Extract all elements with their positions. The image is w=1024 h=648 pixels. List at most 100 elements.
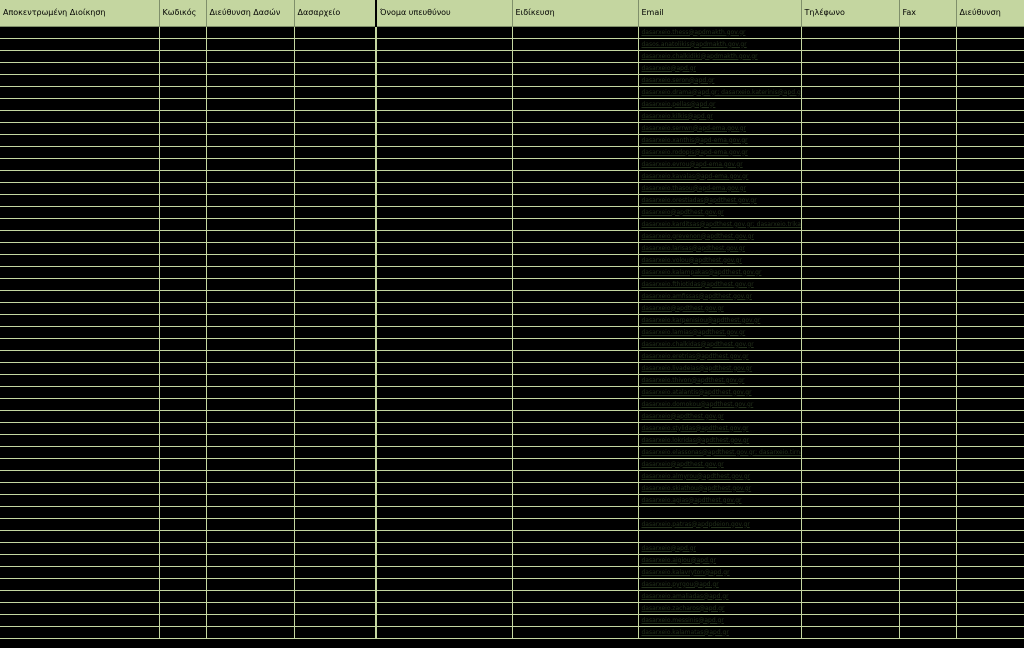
email-link[interactable]: dasarxeio.karditsas@apdthest.gov.gr; das… [638, 218, 802, 231]
cell-name[interactable] [375, 194, 513, 207]
cell-directorate[interactable] [206, 506, 295, 519]
cell-name[interactable] [375, 398, 513, 411]
cell-fax[interactable] [899, 182, 957, 195]
column-header-email[interactable]: Email [638, 0, 802, 27]
cell-directorate[interactable] [206, 590, 295, 603]
email-link[interactable]: dasarxeio.grevenon@apdthest.gov.gr [638, 230, 802, 243]
email-link[interactable]: dasarxeio.agias@apdthest.gov.gr [638, 494, 802, 507]
cell-directorate[interactable] [206, 26, 295, 39]
cell-fax[interactable] [899, 314, 957, 327]
cell-fax[interactable] [899, 26, 957, 39]
cell-fax[interactable] [899, 86, 957, 99]
cell-name[interactable] [375, 518, 513, 531]
email-link[interactable]: dasarxeio.atalantis@apdthest.gov.gr [638, 386, 802, 399]
email-link[interactable] [638, 506, 802, 519]
cell-office[interactable] [294, 482, 377, 495]
cell-spec[interactable] [512, 602, 639, 615]
email-link[interactable]: dasarxeio@apdthest.gov.gr [638, 206, 802, 219]
cell-fax[interactable] [899, 482, 957, 495]
cell-name[interactable] [375, 314, 513, 327]
cell-office[interactable] [294, 170, 377, 183]
cell-spec[interactable] [512, 86, 639, 99]
column-header-specialization[interactable]: Ειδίκευση [512, 0, 639, 27]
cell-phone[interactable] [801, 158, 900, 171]
cell-phone[interactable] [801, 386, 900, 399]
cell-name[interactable] [375, 50, 513, 63]
cell-office[interactable] [294, 350, 377, 363]
cell-phone[interactable] [801, 254, 900, 267]
email-link[interactable]: dasarxeio.patras@apdpdeion.gov.gr [638, 518, 802, 531]
email-link[interactable]: dasarxeio.zacharos@apd.gr [638, 602, 802, 615]
cell-directorate[interactable] [206, 482, 295, 495]
cell-admin[interactable] [0, 290, 160, 303]
cell-office[interactable] [294, 218, 377, 231]
cell-spec[interactable] [512, 98, 639, 111]
cell-office[interactable] [294, 266, 377, 279]
cell-address[interactable] [956, 398, 1024, 411]
email-link[interactable]: dasarxeio.lokridas@apdthest.gov.gr [638, 434, 802, 447]
cell-name[interactable] [375, 470, 513, 483]
cell-office[interactable] [294, 410, 377, 423]
cell-admin[interactable] [0, 26, 160, 39]
cell-directorate[interactable] [206, 350, 295, 363]
cell-address[interactable] [956, 458, 1024, 471]
cell-office[interactable] [294, 626, 377, 639]
cell-code[interactable] [159, 410, 207, 423]
cell-spec[interactable] [512, 398, 639, 411]
cell-directorate[interactable] [206, 530, 295, 543]
cell-admin[interactable] [0, 158, 160, 171]
cell-fax[interactable] [899, 50, 957, 63]
cell-phone[interactable] [801, 98, 900, 111]
column-header-forest-office[interactable]: Δασαρχείο [294, 0, 377, 27]
cell-spec[interactable] [512, 410, 639, 423]
cell-fax[interactable] [899, 590, 957, 603]
cell-phone[interactable] [801, 206, 900, 219]
cell-office[interactable] [294, 530, 377, 543]
cell-fax[interactable] [899, 446, 957, 459]
cell-name[interactable] [375, 566, 513, 579]
cell-office[interactable] [294, 542, 377, 555]
cell-fax[interactable] [899, 602, 957, 615]
cell-admin[interactable] [0, 470, 160, 483]
cell-office[interactable] [294, 74, 377, 87]
cell-address[interactable] [956, 554, 1024, 567]
cell-phone[interactable] [801, 122, 900, 135]
cell-office[interactable] [294, 50, 377, 63]
cell-name[interactable] [375, 326, 513, 339]
cell-name[interactable] [375, 302, 513, 315]
cell-admin[interactable] [0, 50, 160, 63]
cell-code[interactable] [159, 26, 207, 39]
cell-spec[interactable] [512, 110, 639, 123]
email-link[interactable]: dasarxeio.amaliadas@apd.gr [638, 590, 802, 603]
cell-phone[interactable] [801, 446, 900, 459]
cell-directorate[interactable] [206, 578, 295, 591]
cell-code[interactable] [159, 98, 207, 111]
cell-spec[interactable] [512, 374, 639, 387]
cell-address[interactable] [956, 38, 1024, 51]
cell-name[interactable] [375, 446, 513, 459]
cell-admin[interactable] [0, 434, 160, 447]
cell-spec[interactable] [512, 614, 639, 627]
cell-phone[interactable] [801, 374, 900, 387]
email-link[interactable]: dasarxeio.lamias@apdthest.gov.gr [638, 326, 802, 339]
cell-office[interactable] [294, 110, 377, 123]
cell-address[interactable] [956, 590, 1024, 603]
column-header-fax[interactable]: Fax [899, 0, 957, 27]
email-link[interactable]: dasarxeio.skiathou@apdthest.gov.gr [638, 482, 802, 495]
email-link[interactable]: dasarxeio.pyrgou@apd.gr [638, 578, 802, 591]
email-link[interactable]: dasarxeio.chalkidas@apdthest.gov.gr [638, 338, 802, 351]
cell-spec[interactable] [512, 350, 639, 363]
cell-office[interactable] [294, 206, 377, 219]
cell-address[interactable] [956, 218, 1024, 231]
cell-spec[interactable] [512, 38, 639, 51]
cell-directorate[interactable] [206, 518, 295, 531]
cell-name[interactable] [375, 206, 513, 219]
cell-phone[interactable] [801, 482, 900, 495]
cell-phone[interactable] [801, 398, 900, 411]
cell-spec[interactable] [512, 206, 639, 219]
cell-name[interactable] [375, 242, 513, 255]
cell-name[interactable] [375, 530, 513, 543]
cell-code[interactable] [159, 170, 207, 183]
cell-admin[interactable] [0, 218, 160, 231]
cell-office[interactable] [294, 182, 377, 195]
